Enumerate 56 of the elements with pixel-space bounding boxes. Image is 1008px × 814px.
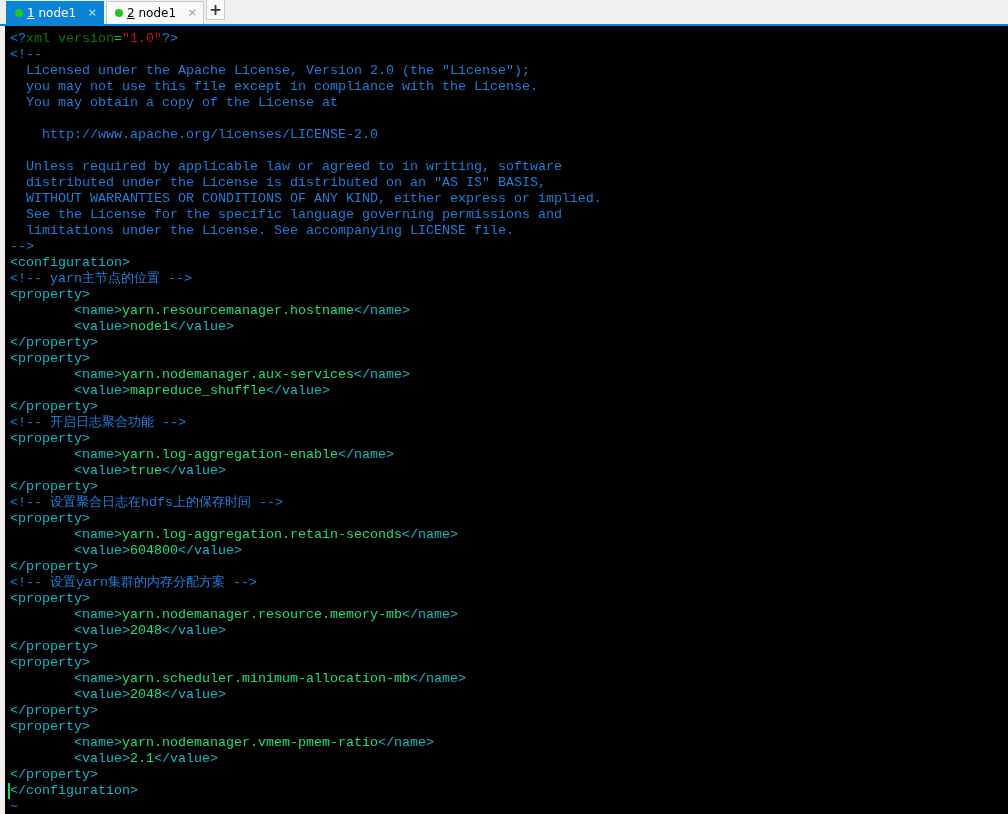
close-icon[interactable]: × (87, 4, 97, 22)
code-line: WITHOUT WARRANTIES OR CONDITIONS OF ANY KIND, either express or implied. (25, 191, 603, 207)
code-line: limitations under the License. See accompanying LICENSE file. (25, 223, 515, 239)
code-line: <property> (10, 287, 91, 303)
code-line: <name>yarn.resourcemanager.hostname</name> (73, 303, 411, 319)
code-line: </configuration> (8, 783, 1008, 799)
code-line: <property> (10, 655, 91, 671)
code-line: <name>yarn.log-aggregation-enable</name> (73, 447, 395, 463)
code-line: </property> (10, 399, 99, 415)
code-line: <name>yarn.nodemanager.resource.memory-mb</name> (73, 607, 459, 623)
code-line: ~ (10, 799, 19, 814)
code-line: <name>yarn.nodemanager.aux-services</name> (73, 367, 411, 383)
code-line: <value>2.1</value> (73, 751, 219, 767)
code-line: <value>node1</value> (73, 319, 235, 335)
code-line: <!-- yarn主节点的位置 --> (10, 271, 193, 287)
tab[interactable]: 2 node1 × (106, 1, 204, 24)
tab-label: 2 node1 (127, 5, 178, 22)
code-line: </property> (10, 559, 99, 575)
code-line: </property> (10, 767, 99, 783)
code-line: <!-- 开启日志聚合功能 --> (10, 415, 187, 431)
code-line: <property> (10, 351, 91, 367)
tab[interactable]: 1 node1 × (6, 1, 104, 24)
code-line: </property> (10, 639, 99, 655)
code-line: <configuration> (10, 255, 131, 271)
code-line: <value>mapreduce_shuffle</value> (73, 383, 331, 399)
code-line: distributed under the License is distributed on an "AS IS" BASIS, (25, 175, 547, 191)
code-line: <property> (10, 719, 91, 735)
code-line: you may not use this file except in compliance with the License. (25, 79, 539, 95)
code-line: <value>2048</value> (73, 623, 227, 639)
code-line: <?xml version="1.0"?> (10, 31, 179, 47)
code-line: <!-- (10, 47, 43, 63)
code-line: See the License for the specific language governing permissions and (25, 207, 563, 223)
code-line: You may obtain a copy of the License at (25, 95, 339, 111)
code-line: <property> (10, 431, 91, 447)
code-line: Licensed under the Apache License, Version 2.0 (the "License"); (25, 63, 531, 79)
close-icon[interactable]: × (187, 4, 197, 22)
code-line: <property> (10, 511, 91, 527)
code-line: </property> (10, 703, 99, 719)
code-line: <!-- 设置聚合日志在hdfs上的保存时间 --> (10, 495, 284, 511)
code-line: <value>2048</value> (73, 687, 227, 703)
code-line: <value>true</value> (73, 463, 227, 479)
code-line: <property> (10, 591, 91, 607)
code-line: </property> (10, 335, 99, 351)
code-line: <name>yarn.log-aggregation.retain-seconds</name> (73, 527, 459, 543)
code-line: <name>yarn.scheduler.minimum-allocation-mb</name> (73, 671, 467, 687)
code-line: Unless required by applicable law or agreed to in writing, software (25, 158, 563, 175)
code-line: http://www.apache.org/licenses/LICENSE-2.0 (41, 126, 379, 143)
code-line: </property> (10, 479, 99, 495)
code-line: <!-- 设置yarn集群的内存分配方案 --> (10, 575, 258, 591)
status-dot-icon (115, 9, 123, 17)
tab-label: 1 node1 (27, 5, 78, 22)
code-line: <value>604800</value> (73, 543, 243, 559)
code-line: <name>yarn.nodemanager.vmem-pmem-ratio</name> (73, 735, 435, 751)
code-line: --> (10, 239, 35, 255)
new-tab-button[interactable]: + (206, 0, 225, 20)
status-dot-icon (15, 9, 23, 17)
